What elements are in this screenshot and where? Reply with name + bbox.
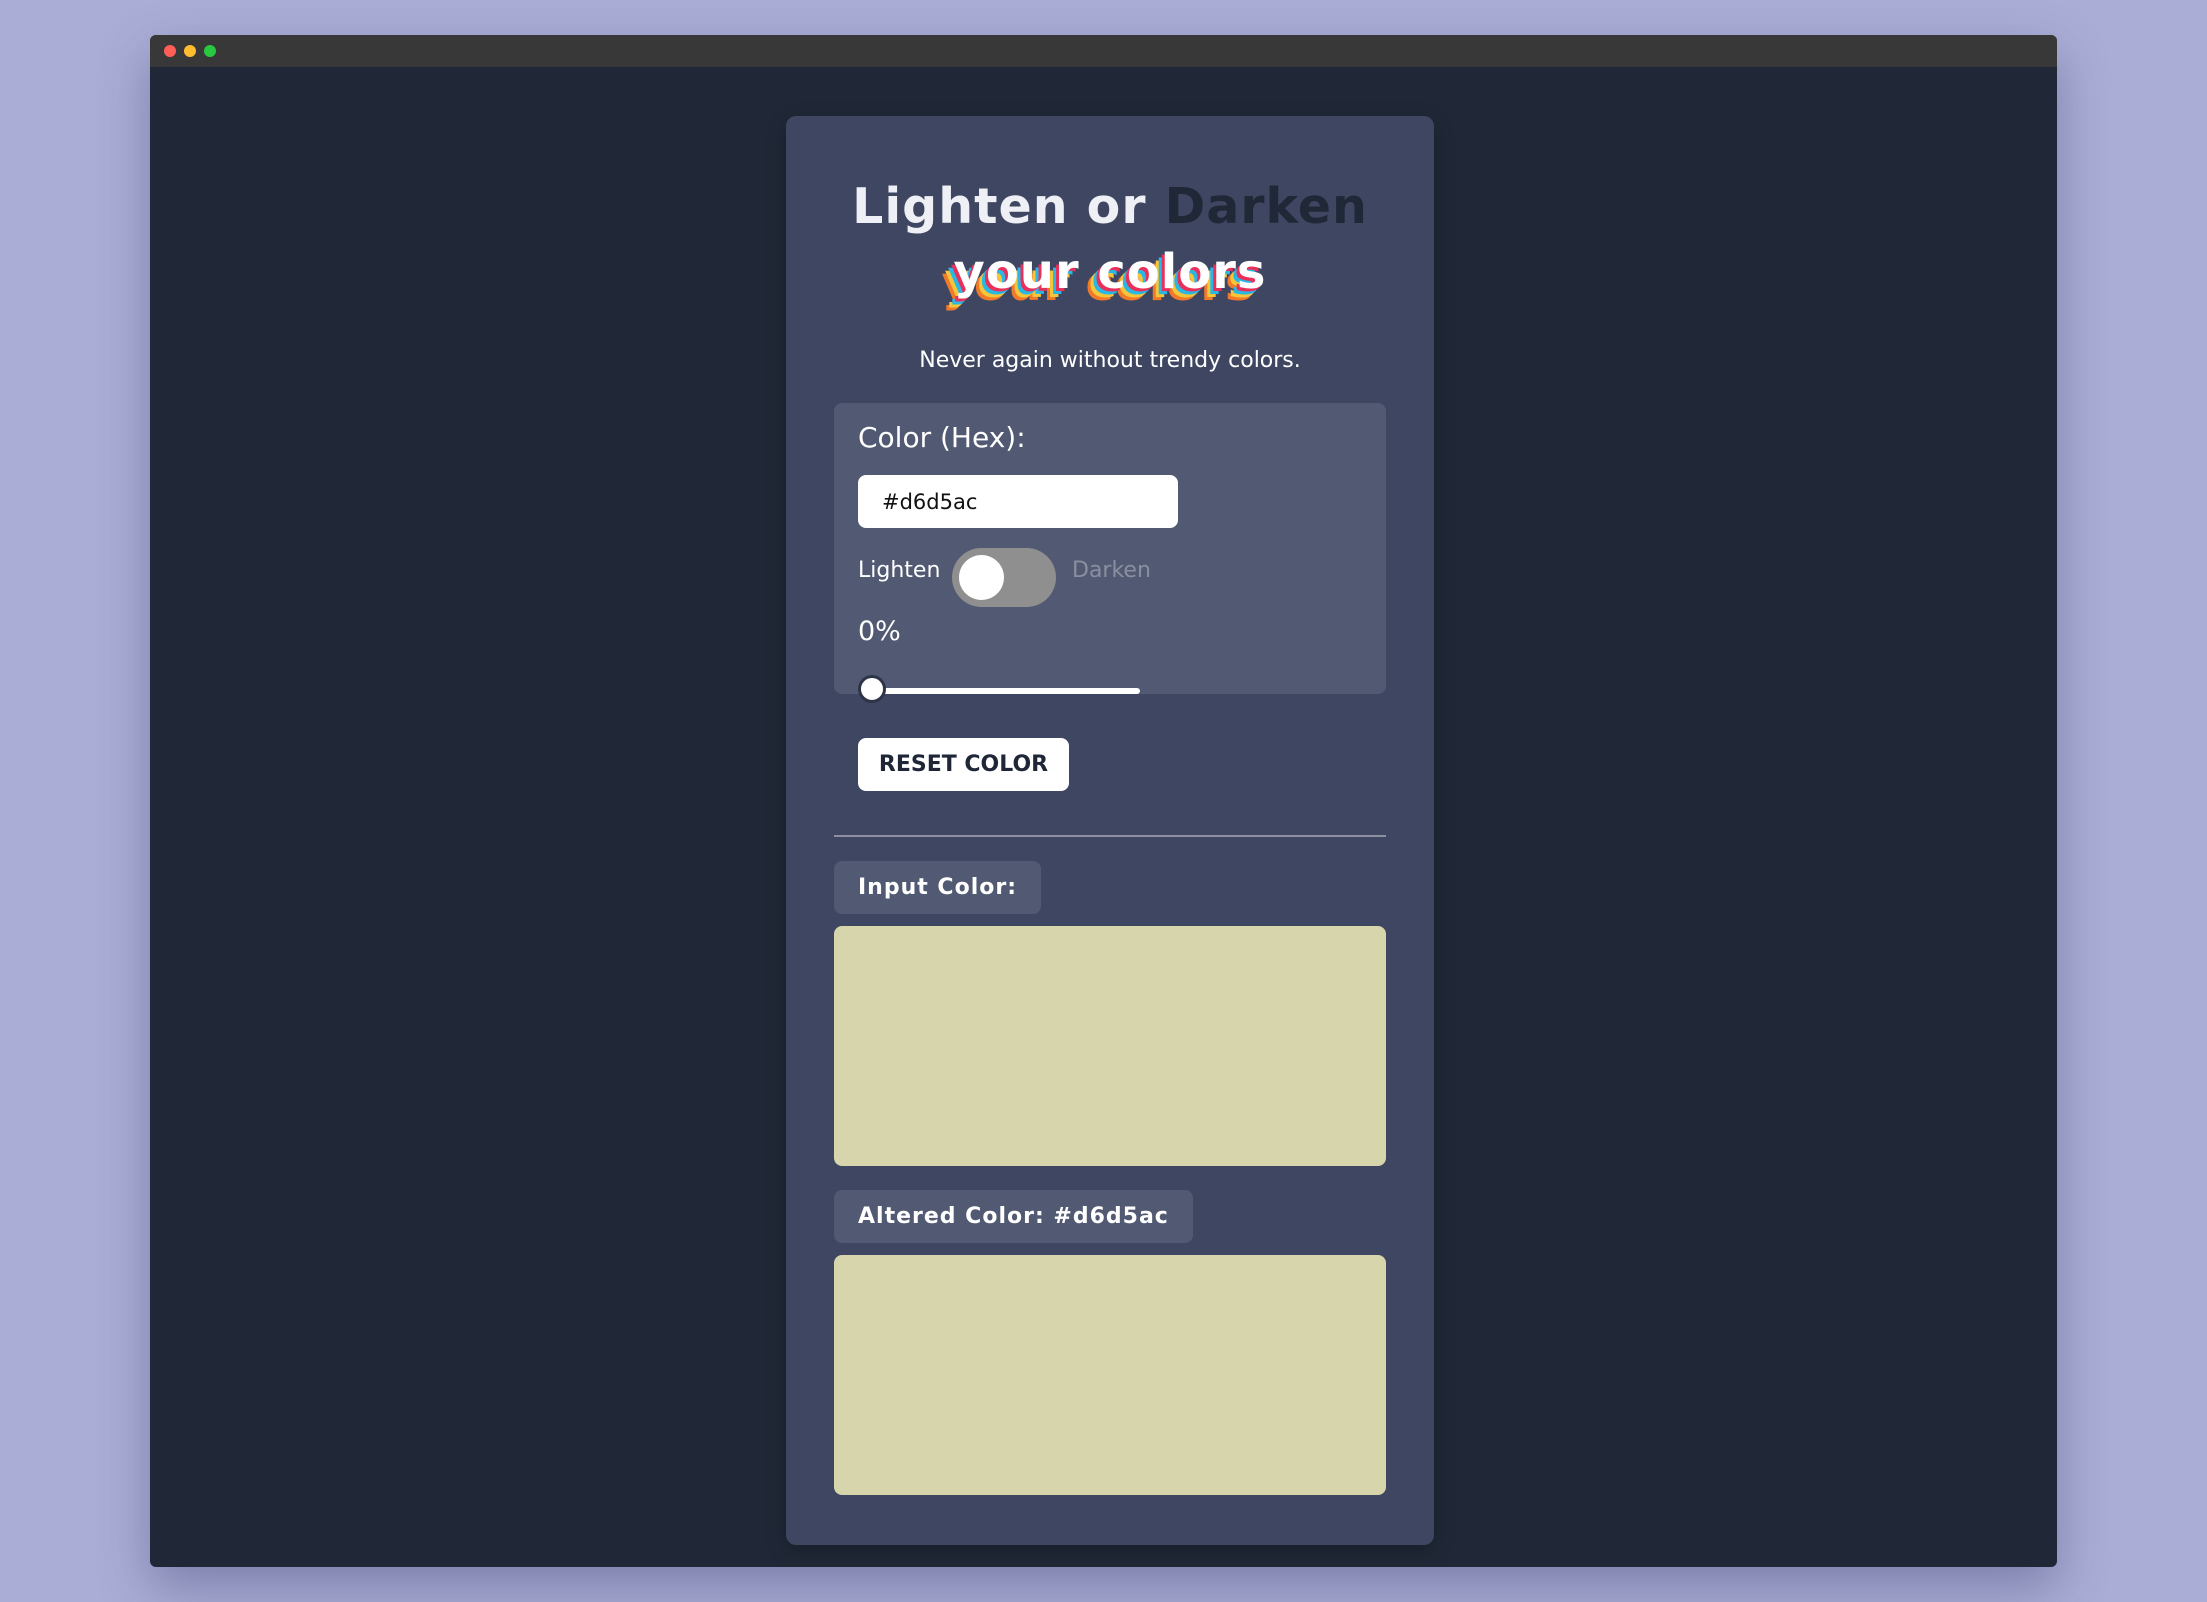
minimize-window-button[interactable] bbox=[184, 45, 196, 57]
title-rainbow-subline: your colors bbox=[953, 244, 1267, 300]
input-color-swatch bbox=[834, 926, 1386, 1166]
page-subtitle: Never again without trendy colors. bbox=[919, 348, 1301, 373]
color-tool-card: Lighten or Darken your colors Never agai… bbox=[786, 116, 1434, 1545]
title-dark-word: Darken bbox=[1164, 178, 1368, 235]
maximize-window-button[interactable] bbox=[204, 45, 216, 57]
percent-readout: 0% bbox=[858, 616, 901, 647]
amount-slider-track[interactable] bbox=[872, 688, 1140, 694]
browser-window: Lighten or Darken your colors Never agai… bbox=[150, 35, 2057, 1567]
reset-color-button[interactable]: RESET COLOR bbox=[858, 738, 1069, 791]
hex-color-label: Color (Hex): bbox=[858, 421, 1026, 454]
darken-label: Darken bbox=[1072, 558, 1151, 583]
lighten-darken-toggle[interactable] bbox=[952, 548, 1056, 607]
page-title: Lighten or Darken bbox=[786, 178, 1434, 235]
controls-panel: Color (Hex): Lighten Darken 0% RESET COL… bbox=[834, 403, 1386, 791]
input-color-label: Input Color: bbox=[834, 861, 1041, 914]
lighten-label: Lighten bbox=[858, 558, 941, 583]
altered-color-swatch bbox=[834, 1255, 1386, 1495]
amount-slider-handle[interactable] bbox=[858, 675, 886, 703]
title-light-word: Lighten or bbox=[852, 178, 1147, 235]
altered-color-label: Altered Color: #d6d5ac bbox=[834, 1190, 1193, 1243]
window-titlebar bbox=[150, 35, 2057, 67]
hex-color-input[interactable] bbox=[858, 475, 1178, 528]
close-window-button[interactable] bbox=[164, 45, 176, 57]
section-divider bbox=[834, 835, 1386, 837]
toggle-knob bbox=[959, 555, 1004, 600]
